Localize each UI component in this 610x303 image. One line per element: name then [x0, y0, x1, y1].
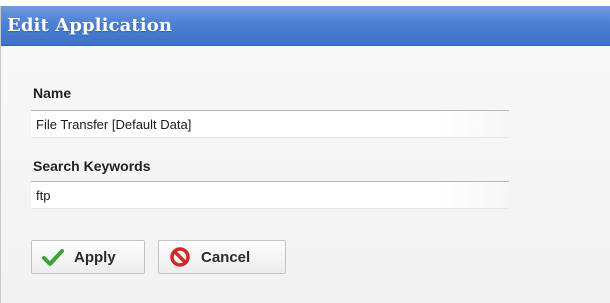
checkmark-icon	[42, 246, 64, 268]
apply-button[interactable]: Apply	[31, 240, 145, 274]
cancel-button-label: Cancel	[201, 248, 251, 266]
cancel-button[interactable]: Cancel	[158, 240, 286, 274]
dialog-title-bar[interactable]: Edit Application	[1, 6, 610, 46]
search-keywords-input[interactable]	[31, 181, 509, 209]
edit-application-dialog: Edit Application Name Search Keywords Ap…	[0, 6, 610, 303]
search-keywords-label: Search Keywords	[33, 158, 151, 174]
name-label: Name	[33, 85, 72, 101]
dialog-title: Edit Application	[7, 15, 173, 36]
no-entry-icon	[169, 246, 191, 268]
apply-button-label: Apply	[74, 248, 116, 266]
name-input[interactable]	[31, 110, 509, 138]
